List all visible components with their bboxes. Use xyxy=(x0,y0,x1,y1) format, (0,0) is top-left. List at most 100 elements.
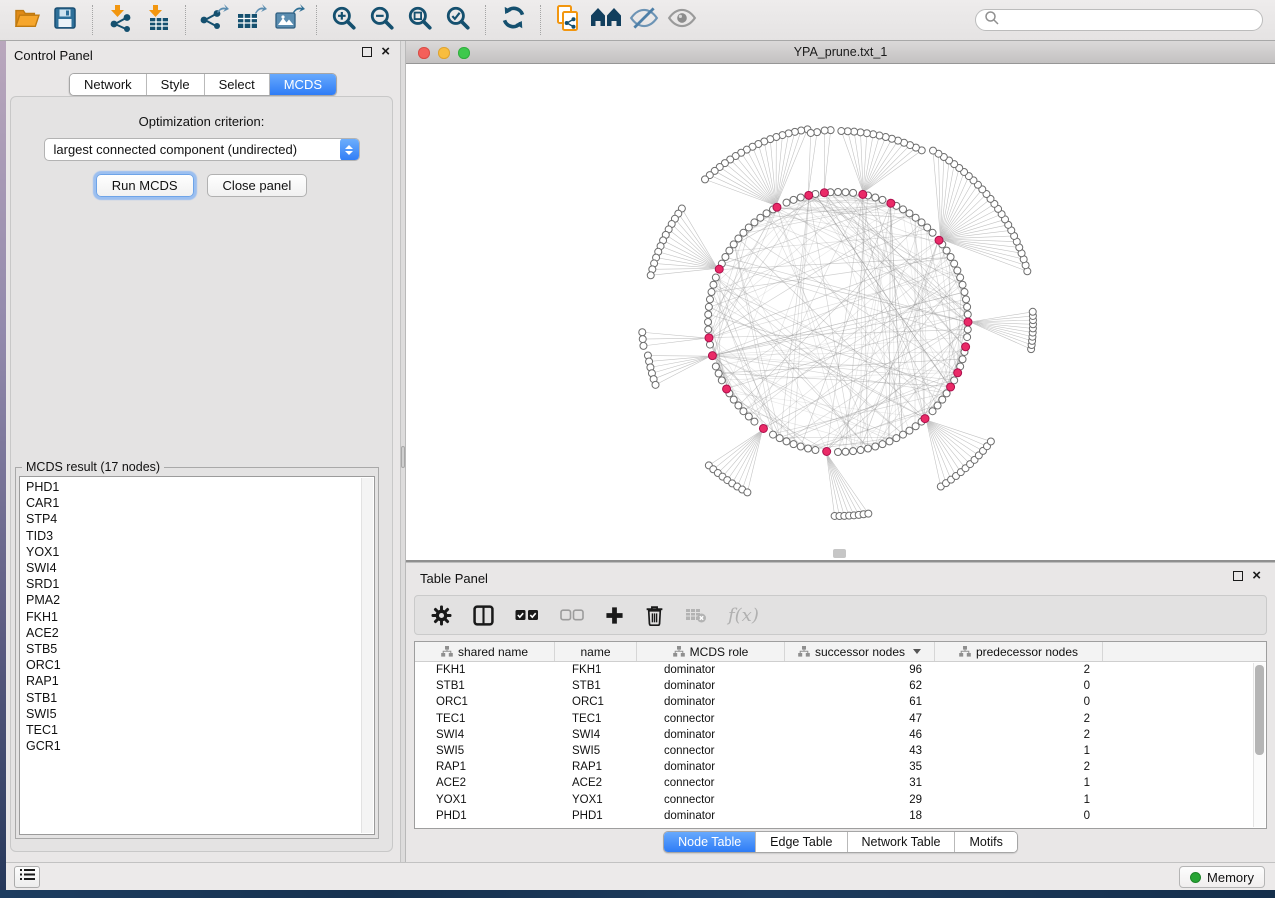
tab-style[interactable]: Style xyxy=(147,74,205,95)
save-session-button[interactable] xyxy=(48,4,82,36)
zoom-in-button[interactable] xyxy=(327,4,361,36)
cell-shared-name[interactable]: PHD1 xyxy=(415,808,555,824)
cell-name[interactable]: YOX1 xyxy=(555,792,637,808)
search-input[interactable] xyxy=(1000,13,1254,27)
cell-successor-nodes[interactable]: 43 xyxy=(785,743,935,759)
table-row[interactable]: PHD1PHD1dominator180 xyxy=(415,808,1266,824)
cell-mcds-role[interactable]: dominator xyxy=(637,808,785,824)
cell-successor-nodes[interactable]: 46 xyxy=(785,727,935,743)
cell-shared-name[interactable]: ACE2 xyxy=(415,775,555,791)
close-panel-button[interactable]: Close panel xyxy=(207,174,308,197)
cell-mcds-role[interactable]: dominator xyxy=(637,662,785,678)
cell-mcds-role[interactable]: dominator xyxy=(637,727,785,743)
cell-shared-name[interactable]: RAP1 xyxy=(415,759,555,775)
cell-mcds-role[interactable]: dominator xyxy=(637,759,785,775)
delete-column-trash-icon[interactable] xyxy=(645,605,664,626)
tab-node-table[interactable]: Node Table xyxy=(664,832,756,852)
zoom-selected-button[interactable] xyxy=(441,4,475,36)
refresh-button[interactable] xyxy=(496,4,530,36)
cell-successor-nodes[interactable]: 47 xyxy=(785,711,935,727)
export-image-button[interactable] xyxy=(272,4,306,36)
cell-name[interactable]: SWI5 xyxy=(555,743,637,759)
copy-network-button[interactable] xyxy=(551,4,585,36)
mcds-result-item[interactable]: RAP1 xyxy=(26,673,374,689)
network-hscroll-thumb[interactable] xyxy=(833,549,846,558)
table-settings-gear-icon[interactable] xyxy=(431,605,452,626)
open-file-button[interactable] xyxy=(10,4,44,36)
float-panel-icon[interactable] xyxy=(362,47,372,57)
mcds-result-item[interactable]: TEC1 xyxy=(26,722,374,738)
cell-name[interactable]: SWI4 xyxy=(555,727,637,743)
cell-mcds-role[interactable]: connector xyxy=(637,792,785,808)
cell-name[interactable]: TEC1 xyxy=(555,711,637,727)
mcds-result-item[interactable]: ORC1 xyxy=(26,657,374,673)
tab-motifs[interactable]: Motifs xyxy=(955,832,1016,852)
mcds-result-item[interactable]: SRD1 xyxy=(26,576,374,592)
table-row[interactable]: SWI4SWI4dominator462 xyxy=(415,727,1266,743)
show-all-button[interactable] xyxy=(665,4,699,36)
mcds-result-item[interactable]: PHD1 xyxy=(26,479,374,495)
cell-mcds-role[interactable]: connector xyxy=(637,743,785,759)
table-row[interactable]: TEC1TEC1connector472 xyxy=(415,711,1266,727)
cell-predecessor-nodes[interactable]: 2 xyxy=(935,727,1103,743)
cell-mcds-role[interactable]: dominator xyxy=(637,694,785,710)
tab-network-table[interactable]: Network Table xyxy=(848,832,956,852)
table-row[interactable]: RAP1RAP1dominator352 xyxy=(415,759,1266,775)
zoom-fit-button[interactable] xyxy=(403,4,437,36)
cell-name[interactable]: ACE2 xyxy=(555,775,637,791)
show-columns-icon[interactable] xyxy=(473,605,494,626)
cell-successor-nodes[interactable]: 96 xyxy=(785,662,935,678)
table-scrollbar[interactable] xyxy=(1253,663,1265,827)
cell-shared-name[interactable]: STB1 xyxy=(415,678,555,694)
mcds-result-item[interactable]: SWI5 xyxy=(26,706,374,722)
memory-button[interactable]: Memory xyxy=(1179,866,1265,888)
show-log-console-button[interactable] xyxy=(14,866,40,888)
cell-predecessor-nodes[interactable]: 0 xyxy=(935,808,1103,824)
float-table-panel-icon[interactable] xyxy=(1233,571,1243,581)
mcds-result-item[interactable]: STP4 xyxy=(26,511,374,527)
cell-predecessor-nodes[interactable]: 1 xyxy=(935,775,1103,791)
cell-successor-nodes[interactable]: 18 xyxy=(785,808,935,824)
mcds-result-item[interactable]: STB1 xyxy=(26,690,374,706)
cell-successor-nodes[interactable]: 29 xyxy=(785,792,935,808)
cell-mcds-role[interactable]: connector xyxy=(637,711,785,727)
unselect-all-columns-icon[interactable] xyxy=(560,609,584,621)
select-all-columns-icon[interactable] xyxy=(515,609,539,621)
mcds-result-item[interactable]: PMA2 xyxy=(26,592,374,608)
tab-mcds[interactable]: MCDS xyxy=(270,74,336,95)
cell-predecessor-nodes[interactable]: 2 xyxy=(935,759,1103,775)
criterion-dropdown[interactable]: largest connected component (undirected) xyxy=(44,138,360,161)
mcds-result-item[interactable]: YOX1 xyxy=(26,544,374,560)
cell-predecessor-nodes[interactable]: 1 xyxy=(935,743,1103,759)
mcds-result-item[interactable]: TID3 xyxy=(26,528,374,544)
column-header-successor-nodes[interactable]: successor nodes xyxy=(785,642,935,661)
mcds-result-item[interactable]: GCR1 xyxy=(26,738,374,754)
mcds-result-item[interactable]: SWI4 xyxy=(26,560,374,576)
cell-shared-name[interactable]: ORC1 xyxy=(415,694,555,710)
zoom-out-button[interactable] xyxy=(365,4,399,36)
table-row[interactable]: ORC1ORC1dominator610 xyxy=(415,694,1266,710)
cell-name[interactable]: PHD1 xyxy=(555,808,637,824)
table-row[interactable]: ACE2ACE2connector311 xyxy=(415,775,1266,791)
cell-shared-name[interactable]: YOX1 xyxy=(415,792,555,808)
cell-name[interactable]: STB1 xyxy=(555,678,637,694)
table-scrollbar-thumb[interactable] xyxy=(1255,665,1264,755)
mcds-result-item[interactable]: ACE2 xyxy=(26,625,374,641)
mcds-result-item[interactable]: FKH1 xyxy=(26,609,374,625)
cell-successor-nodes[interactable]: 61 xyxy=(785,694,935,710)
import-network-button[interactable] xyxy=(103,4,137,36)
cell-predecessor-nodes[interactable]: 0 xyxy=(935,678,1103,694)
column-header-shared-name[interactable]: shared name xyxy=(415,642,555,661)
mcds-result-item[interactable]: STB5 xyxy=(26,641,374,657)
first-neighbors-button[interactable] xyxy=(589,4,623,36)
cell-predecessor-nodes[interactable]: 2 xyxy=(935,711,1103,727)
cell-name[interactable]: RAP1 xyxy=(555,759,637,775)
network-canvas[interactable] xyxy=(406,64,1275,559)
splitter-handle[interactable] xyxy=(401,446,405,468)
tab-edge-table[interactable]: Edge Table xyxy=(756,832,847,852)
column-header-predecessor-nodes[interactable]: predecessor nodes xyxy=(935,642,1103,661)
cell-mcds-role[interactable]: dominator xyxy=(637,678,785,694)
tab-select[interactable]: Select xyxy=(205,74,270,95)
column-header-name[interactable]: name xyxy=(555,642,637,661)
export-table-button[interactable] xyxy=(234,4,268,36)
